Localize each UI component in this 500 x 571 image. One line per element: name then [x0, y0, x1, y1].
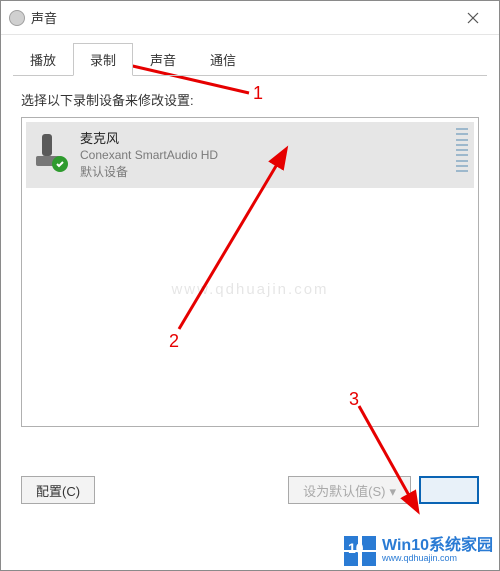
microphone-icon [32, 128, 72, 172]
tab-row: 播放 录制 声音 通信 [1, 35, 499, 76]
window-title: 声音 [31, 8, 57, 27]
sound-dialog: 声音 播放 录制 声音 通信 选择以下录制设备来修改设置: 麦克 [0, 0, 500, 571]
properties-button[interactable] [419, 476, 479, 504]
tab-playback[interactable]: 播放 [13, 43, 73, 76]
brand-logo-icon: 10 [342, 534, 380, 566]
brand-sub: www.qdhuajin.com [380, 554, 499, 563]
configure-button[interactable]: 配置(C) [21, 476, 95, 504]
tab-body: 选择以下录制设备来修改设置: 麦克风 Conexant SmartAudio H… [1, 76, 499, 427]
button-label: 配置(C) [36, 484, 80, 499]
device-name: 麦克风 [80, 128, 218, 147]
annotation-1: 1 [253, 83, 263, 104]
device-driver: Conexant SmartAudio HD [80, 148, 218, 162]
titlebar: 声音 [1, 1, 499, 35]
tab-sounds[interactable]: 声音 [133, 43, 193, 76]
brand-text: Win10系统家园 [380, 538, 499, 554]
device-item-microphone[interactable]: 麦克风 Conexant SmartAudio HD 默认设备 [26, 122, 474, 188]
annotation-2: 2 [169, 331, 179, 352]
watermark-url: www.qdhuajin.com [1, 281, 499, 298]
level-meter [456, 128, 468, 172]
tab-label: 声音 [150, 53, 176, 68]
device-list[interactable]: 麦克风 Conexant SmartAudio HD 默认设备 [21, 117, 479, 427]
tab-label: 播放 [30, 53, 56, 68]
watermark-brand: 10 Win10系统家园 www.qdhuajin.com [342, 530, 499, 570]
device-labels: 麦克风 Conexant SmartAudio HD 默认设备 [80, 128, 218, 180]
button-label: 设为默认值(S) [303, 484, 385, 499]
device-status: 默认设备 [80, 163, 218, 180]
tab-label: 通信 [210, 53, 236, 68]
tab-label: 录制 [90, 53, 116, 68]
annotation-3: 3 [349, 389, 359, 410]
tab-recording[interactable]: 录制 [73, 43, 133, 76]
close-button[interactable] [451, 3, 495, 33]
button-bar: 配置(C) 设为默认值(S) ▾ [21, 476, 479, 504]
default-check-icon [52, 156, 68, 172]
instruction-text: 选择以下录制设备来修改设置: [21, 90, 479, 109]
close-icon [467, 12, 479, 24]
set-default-button[interactable]: 设为默认值(S) ▾ [288, 476, 411, 504]
tab-communications[interactable]: 通信 [193, 43, 253, 76]
audio-icon [9, 10, 25, 26]
chevron-down-icon: ▾ [389, 484, 396, 499]
